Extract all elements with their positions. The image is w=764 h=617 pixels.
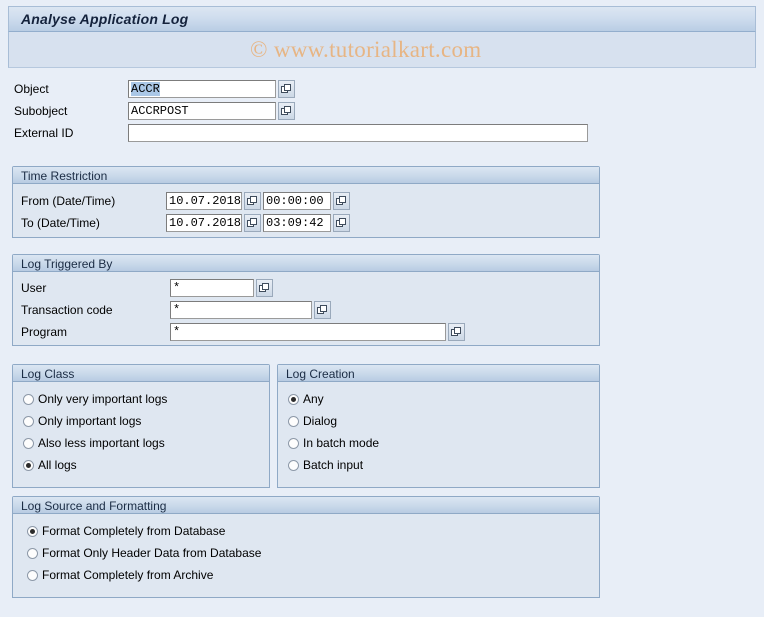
panel-log-triggered-by: Log Triggered By User * Transaction code * P… — [12, 254, 600, 346]
panel-title-time-restriction: Time Restriction — [21, 169, 108, 183]
radio-log-class-only-very-important-logs[interactable]: Only very important logs — [23, 392, 167, 406]
input-external-id[interactable] — [128, 124, 588, 142]
radio-label: Any — [303, 392, 324, 406]
label-program: Program — [21, 325, 68, 339]
panel-log-source-formatting: Log Source and Formatting Format Complet… — [12, 496, 600, 598]
radio-log-creation-in-batch-mode[interactable]: In batch mode — [288, 436, 379, 450]
radio-log-creation-dialog[interactable]: Dialog — [288, 414, 337, 428]
radio-log-source-format-only-header-data-from-database[interactable]: Format Only Header Data from Database — [27, 546, 261, 560]
input-transaction-code[interactable]: * — [170, 301, 312, 319]
radio-label: Only very important logs — [38, 392, 168, 406]
radio-log-source-format-completely-from-database[interactable]: Format Completely from Database — [27, 524, 225, 538]
radio-label: Dialog — [303, 414, 338, 428]
input-time-from-date-time[interactable]: 00:00:00 — [263, 192, 331, 210]
panel-header-log-creation: Log Creation — [278, 365, 599, 382]
panel-header-log-triggered-by: Log Triggered By — [13, 255, 599, 272]
panel-title-log-triggered-by: Log Triggered By — [21, 257, 113, 271]
radio-indicator — [27, 547, 38, 559]
radio-indicator — [288, 437, 299, 449]
radio-log-class-only-important-logs[interactable]: Only important logs — [23, 414, 141, 428]
panel-log-creation: Log Creation Any Dialog In batch mode Batch… — [277, 364, 600, 488]
panel-header-log-class: Log Class — [13, 365, 269, 382]
radio-indicator — [23, 393, 34, 405]
input-user[interactable]: * — [170, 279, 254, 297]
radio-label: Batch input — [303, 458, 364, 472]
radio-indicator — [27, 525, 38, 537]
window-title-bar: Analyse Application Log — [8, 6, 756, 32]
input-subobject[interactable]: ACCRPOST — [128, 102, 276, 120]
panel-title-log-creation: Log Creation — [286, 367, 355, 381]
radio-log-creation-any[interactable]: Any — [288, 392, 324, 406]
radio-label: Format Only Header Data from Database — [42, 546, 262, 560]
radio-log-class-all-logs[interactable]: All logs — [23, 458, 77, 472]
radio-label: All logs — [38, 458, 77, 472]
radio-label: Format Completely from Archive — [42, 568, 214, 582]
label-subobject: Subobject — [14, 104, 68, 118]
matchcode-icon-date-to-date-time[interactable] — [244, 214, 261, 232]
radio-indicator — [27, 569, 38, 581]
panel-title-log-source-formatting: Log Source and Formatting — [21, 499, 167, 513]
input-object[interactable]: ACCR — [128, 80, 276, 98]
input-date-from-date-time[interactable]: 10.07.2018 — [166, 192, 242, 210]
input-time-to-date-time[interactable]: 03:09:42 — [263, 214, 331, 232]
matchcode-icon-transaction-code[interactable] — [314, 301, 331, 319]
matchcode-icon-subobject[interactable] — [278, 102, 295, 120]
label-object: Object — [14, 82, 49, 96]
radio-label: Also less important logs — [38, 436, 165, 450]
page-title: Analyse Application Log — [21, 11, 189, 27]
radio-indicator — [23, 437, 34, 449]
input-program[interactable]: * — [170, 323, 446, 341]
panel-time-restriction: Time Restriction From (Date/Time) 10.07.2… — [12, 166, 600, 238]
matchcode-icon-program[interactable] — [448, 323, 465, 341]
radio-indicator — [288, 459, 299, 471]
label-from-date-time: From (Date/Time) — [21, 194, 116, 208]
panel-title-log-class: Log Class — [21, 367, 75, 381]
label-transaction-code: Transaction code — [21, 303, 113, 317]
radio-indicator — [288, 415, 299, 427]
radio-label: In batch mode — [303, 436, 380, 450]
matchcode-icon-time-from-date-time[interactable] — [333, 192, 350, 210]
radio-log-creation-batch-input[interactable]: Batch input — [288, 458, 363, 472]
matchcode-icon-date-from-date-time[interactable] — [244, 192, 261, 210]
input-date-to-date-time[interactable]: 10.07.2018 — [166, 214, 242, 232]
matchcode-icon-object[interactable] — [278, 80, 295, 98]
radio-label: Format Completely from Database — [42, 524, 226, 538]
label-external-id: External ID — [14, 126, 74, 140]
label-user: User — [21, 281, 47, 295]
radio-label: Only important logs — [38, 414, 142, 428]
label-to-date-time: To (Date/Time) — [21, 216, 100, 230]
matchcode-icon-time-to-date-time[interactable] — [333, 214, 350, 232]
radio-indicator — [23, 459, 34, 471]
panel-header-log-source-formatting: Log Source and Formatting — [13, 497, 599, 514]
panel-log-class: Log Class Only very important logs Only i… — [12, 364, 270, 488]
panel-header-time-restriction: Time Restriction — [13, 167, 599, 184]
radio-log-class-also-less-important-logs[interactable]: Also less important logs — [23, 436, 165, 450]
radio-log-source-format-completely-from-archive[interactable]: Format Completely from Archive — [27, 568, 213, 582]
radio-indicator — [23, 415, 34, 427]
watermark: © www.tutorialkart.com — [250, 37, 482, 62]
matchcode-icon-user[interactable] — [256, 279, 273, 297]
radio-indicator — [288, 393, 299, 405]
